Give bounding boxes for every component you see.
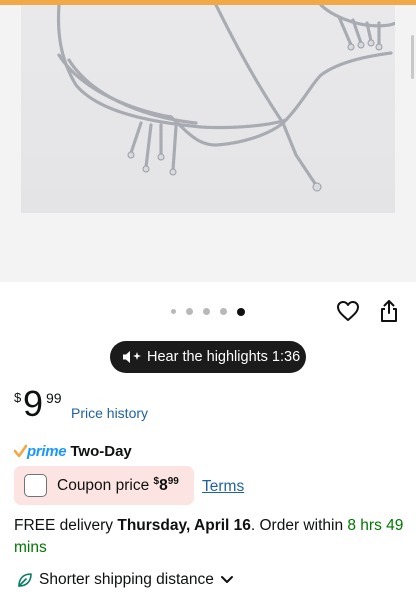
product-photo[interactable] bbox=[21, 5, 395, 213]
carousel-dot[interactable] bbox=[220, 308, 227, 315]
price-cents: 99 bbox=[46, 390, 62, 406]
shorter-shipping-toggle[interactable]: Shorter shipping distance bbox=[16, 569, 234, 591]
share-icon bbox=[381, 300, 397, 322]
prime-two-day-label: Two-Day bbox=[70, 442, 132, 460]
highlights-label: Hear the highlights 1:36 bbox=[147, 349, 301, 365]
coupon-price-dollars: 8 bbox=[159, 477, 168, 494]
delivery-prefix: FREE delivery bbox=[14, 517, 118, 534]
prime-logo-text: prime bbox=[27, 442, 67, 460]
chevron-down-icon bbox=[220, 576, 233, 583]
carousel-dot[interactable] bbox=[203, 308, 210, 315]
hear-highlights-button[interactable]: Hear the highlights 1:36 bbox=[110, 341, 306, 373]
delivery-date: Thursday, April 16 bbox=[117, 517, 251, 534]
prime-badge: prime Two-Day bbox=[14, 441, 132, 461]
product-image-area[interactable] bbox=[0, 5, 416, 282]
speaker-sparkle-icon bbox=[123, 351, 141, 363]
leaf-icon bbox=[18, 573, 32, 587]
coupon-terms-link[interactable]: Terms bbox=[202, 478, 244, 496]
price-currency: $ bbox=[14, 390, 22, 405]
carousel-dot-active[interactable] bbox=[237, 307, 245, 316]
shipping-label: Shorter shipping distance bbox=[39, 571, 214, 588]
scrollbar-thumb[interactable] bbox=[411, 35, 414, 79]
delivery-message: FREE delivery Thursday, April 16. Order … bbox=[14, 515, 406, 559]
coupon-label: Coupon price bbox=[57, 477, 150, 494]
wishlist-button[interactable] bbox=[335, 298, 361, 324]
carousel-dot[interactable] bbox=[171, 309, 176, 314]
carousel-dot[interactable] bbox=[186, 308, 193, 315]
coupon-checkbox[interactable] bbox=[24, 474, 47, 497]
price-history-link[interactable]: Price history bbox=[71, 405, 148, 421]
delivery-middle: . Order within bbox=[250, 517, 348, 534]
price-dollars: 9 bbox=[23, 383, 44, 424]
share-button[interactable] bbox=[377, 298, 401, 324]
coupon-price-cents: 99 bbox=[167, 476, 179, 487]
coupon-box: Coupon price $899 bbox=[14, 466, 194, 505]
coupon-text: Coupon price $899 bbox=[57, 476, 179, 495]
prime-check-icon bbox=[14, 444, 27, 458]
necklace-illustration bbox=[56, 5, 395, 192]
heart-icon bbox=[337, 301, 359, 321]
